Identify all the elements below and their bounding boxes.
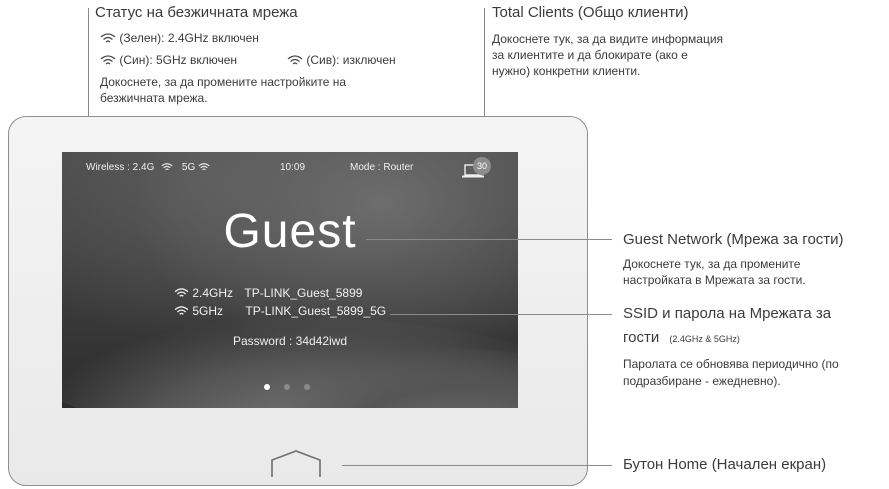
guest-network-desc-2: настройката в Мрежата за гости. [623,273,806,287]
ssid-row-5ghz: 5GHz TP-LINK_Guest_5899_5G [174,304,386,318]
total-clients-desc-1: Докоснете тук, за да видите информация [492,32,724,46]
ssid-5-band: 5GHz [192,304,224,318]
guest-network-title[interactable]: Guest [62,204,518,259]
page-indicator-dot-active[interactable] [264,384,270,390]
home-button-callout-title: Бутон Home (Начален екран) [623,456,827,473]
wireless-status-indicator[interactable]: Wireless : 2.4G 5G [86,162,210,173]
guest-password: Password : 34d42iwd [232,334,348,348]
ssid-password-title-2-row: гости (2.4GHz & 5GHz) [623,329,740,346]
wireless-status-gray-row: (Сив): изключен [287,52,396,68]
wifi-icon [174,288,189,298]
page-indicator-dot[interactable] [284,384,290,390]
ssid-password-band-note: (2.4GHz & 5GHz) [669,334,740,344]
wireless-status-desc-2: безжичната мрежа. [100,91,208,105]
ssid-24-band: 2.4GHz [192,286,234,300]
guest-network-leader-line [366,239,612,240]
wireless-status-title: Статус на безжичната мрежа [95,4,298,21]
wireless-status-gray-label: (Сив): изключен [306,53,396,67]
home-button-leader-line [342,465,612,466]
ssid-password-title-2: гости [623,329,660,346]
ssid-password-leader-line [390,314,612,315]
ssid-password-desc-2: подразбиране - ежедневно). [623,374,781,388]
wireless-status-blue-row: (Син): 5GHz включен [100,52,237,68]
client-count-badge[interactable]: 30 [473,157,491,175]
ssid-5-name: TP-LINK_Guest_5899_5G [245,304,387,318]
router-mode: Mode : Router [350,162,414,173]
guest-network-callout-title: Guest Network (Мрежа за гости) [623,231,844,248]
total-clients-desc-2: за клиентите и да блокирате (ако е [492,48,688,62]
total-clients-desc-3: нужно) конкретни клиенти. [492,64,641,78]
wireless-status-blue-label: (Син): 5GHz включен [119,53,238,67]
wifi-icon [100,55,116,65]
total-clients-title: Total Clients (Общо клиенти) [492,4,689,21]
ssid-password-title-1: SSID и парола на Мрежата за [623,305,832,322]
ssid-24-name: TP-LINK_Guest_5899 [244,286,363,300]
home-icon[interactable] [270,450,322,478]
touchscreen-display: Wireless : 2.4G 5G 10:09 Mode : Router G… [62,152,518,408]
wifi-icon [100,33,116,43]
wifi-icon [287,55,303,65]
wireless-status-desc-1: Докоснете, за да промените настройките н… [100,75,347,89]
ssid-password-desc-1: Паролата се обновява периодично (по [623,357,839,371]
wifi-icon [161,163,173,171]
ssid-row-24ghz: 2.4GHz TP-LINK_Guest_5899 [174,286,362,300]
wireless-status-green-label: (Зелен): 2.4GHz включен [119,31,259,45]
clock-time: 10:09 [280,162,306,173]
guest-network-desc-1: Докоснете тук, за да промените [623,257,801,271]
wireless-24-label: Wireless : 2.4G [86,162,155,173]
wifi-icon [198,163,210,171]
wireless-status-green-row: (Зелен): 2.4GHz включен [100,30,259,46]
wireless-5-label: 5G [181,162,196,173]
wifi-icon [174,306,189,316]
page-indicator-dot[interactable] [304,384,310,390]
